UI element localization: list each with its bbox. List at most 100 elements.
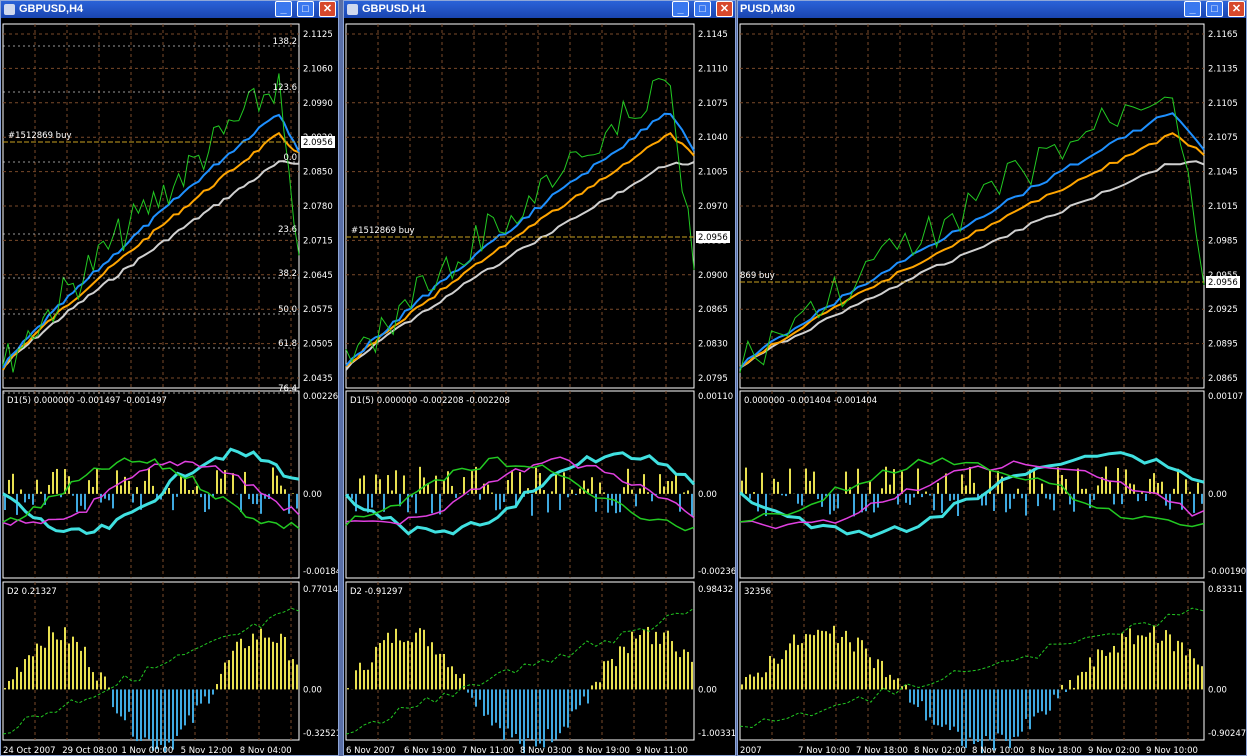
d2-signal-line — [2, 607, 300, 735]
price-scale-label: 2.0850 — [303, 168, 333, 178]
price-scale-label: 2.0575 — [303, 305, 333, 315]
chart-window-m30[interactable]: PUSD,M30 _ □ ✕ 2.1165 2.1135 2.1105 2.1075 2… — [737, 0, 1247, 756]
close-button[interactable]: ✕ — [716, 1, 733, 17]
price-scale-label: 2.0435 — [303, 374, 333, 384]
price-scale-label: 2.0990 — [303, 99, 333, 109]
time-axis-label: 6 Nov 19:00 — [404, 746, 456, 756]
window-title: GBPUSD,H1 — [362, 3, 427, 15]
minimize-button[interactable]: _ — [275, 1, 292, 17]
d1-oscillator-line — [2, 457, 300, 530]
time-axis-label: 8 Nov 02:00 — [914, 746, 966, 756]
price-scale-label: 2.1145 — [698, 30, 728, 40]
ma-slow-line — [739, 160, 1205, 369]
fib-level-label: 123.6 — [273, 83, 297, 93]
chart-canvas[interactable]: 2.1165 2.1135 2.1105 2.1075 2.1045 2.1015 2.09… — [738, 18, 1247, 756]
current-price-label: 2.0956 — [303, 138, 333, 148]
chart-window-icon — [4, 4, 15, 15]
price-scale-label: 2.1040 — [698, 133, 728, 143]
d1-scale-label: -0.00184 — [303, 567, 339, 577]
time-axis-label: 9 Nov 11:00 — [636, 746, 688, 756]
time-axis-label: 7 Nov 18:00 — [856, 746, 908, 756]
d1-scale-label: -0.00236 — [698, 567, 736, 577]
chart-window-h4[interactable]: GBPUSD,H4 _ □ ✕ 2.11252.10602.09902.0920… — [0, 0, 339, 756]
time-axis-label: 6 Nov 2007 — [346, 746, 395, 756]
price-scale-label: 2.1060 — [303, 64, 333, 74]
fib-level-label: 23.6 — [278, 225, 297, 235]
order-label: #1512869 buy — [8, 131, 72, 141]
price-scale-label: 2.0985 — [1208, 236, 1238, 246]
title-bar[interactable]: GBPUSD,H4 _ □ ✕ — [1, 1, 338, 18]
d2-scale-label: -0.90247 — [1208, 729, 1246, 739]
price-scale-label: 2.0865 — [698, 305, 728, 315]
price-scale-label: 2.0865 — [1208, 374, 1238, 384]
maximize-button[interactable]: □ — [694, 1, 711, 17]
d2-scale-label: -1.00331 — [698, 729, 736, 739]
price-scale-label: 2.1135 — [1208, 64, 1238, 74]
current-price-label: 2.0956 — [698, 233, 728, 243]
title-bar[interactable]: GBPUSD,H1 _ □ ✕ — [344, 1, 735, 18]
d2-scale-label: 0.00 — [698, 685, 717, 695]
time-axis-label: 2007 — [740, 746, 762, 756]
d1-oscillator-line — [345, 456, 695, 532]
time-axis-label: 8 Nov 10:00 — [972, 746, 1024, 756]
price-scale-label: 2.1075 — [1208, 133, 1238, 143]
window-title: GBPUSD,H4 — [19, 3, 84, 15]
price-scale-label: 2.0715 — [303, 236, 333, 246]
fib-level-label: 0.0 — [283, 153, 297, 163]
price-scale-label: 2.1005 — [698, 168, 728, 178]
time-axis-label: 7 Nov 10:00 — [798, 746, 850, 756]
price-scale-label: 2.0970 — [698, 202, 728, 212]
chart-pane-border — [739, 23, 1205, 389]
chart-window-icon — [347, 4, 358, 15]
time-axis-label: 8 Nov 18:00 — [1030, 746, 1082, 756]
time-axis-label: 8 Nov 03:00 — [520, 746, 572, 756]
d1-indicator-label: D1(5) 0.000000 -0.002208 -0.002208 — [350, 396, 510, 406]
time-axis-label: 1 Nov 00:00 — [121, 746, 173, 756]
price-scale-label: 2.1075 — [698, 99, 728, 109]
fib-level-label: 138.2 — [273, 37, 297, 47]
price-scale-label: 2.0830 — [698, 340, 728, 350]
price-scale-label: 2.0505 — [303, 340, 333, 350]
d2-scale-label: 0.00 — [303, 685, 322, 695]
d2-indicator-label: D2 0.21327 — [7, 587, 57, 597]
order-label: 869 buy — [740, 271, 775, 281]
price-scale-label: 2.1015 — [1208, 202, 1238, 212]
chart-window-h1[interactable]: GBPUSD,H1 _ □ ✕ 2.1145 2.1110 2.1075 2.1040… — [343, 0, 736, 756]
fib-level-label: 76.4 — [278, 384, 297, 394]
chart-canvas[interactable]: 2.1145 2.1110 2.1075 2.1040 2.1005 2.0970 2.09… — [344, 18, 736, 756]
price-scale-label: 2.1045 — [1208, 168, 1238, 178]
time-axis-label: 5 Nov 12:00 — [181, 746, 233, 756]
d1-oscillator-line — [739, 451, 1205, 539]
maximize-button[interactable]: □ — [297, 1, 314, 17]
d1-scale-label: 0.00226 — [303, 392, 338, 402]
close-button[interactable]: ✕ — [319, 1, 336, 17]
minimize-button[interactable]: _ — [1184, 1, 1201, 17]
d2-indicator-label: 32356 — [744, 587, 771, 597]
price-scale-label: 2.1125 — [303, 30, 333, 40]
order-label: #1512869 buy — [351, 226, 415, 236]
d1-scale-label: 0.00 — [1208, 490, 1227, 500]
d1-oscillator-line — [2, 460, 300, 527]
current-price-label: 2.0956 — [1208, 278, 1238, 288]
price-scale-label: 2.0795 — [698, 374, 728, 384]
price-scale-label: 2.1165 — [1208, 30, 1238, 40]
d1-scale-label: 0.00107 — [1208, 392, 1243, 402]
d1-scale-label: 0.00 — [303, 490, 322, 500]
ma-slow-line — [345, 161, 695, 371]
minimize-button[interactable]: _ — [672, 1, 689, 17]
price-scale-label: 2.0900 — [698, 271, 728, 281]
close-button[interactable]: ✕ — [1228, 1, 1245, 17]
d2-indicator-label: D2 -0.91297 — [350, 587, 403, 597]
d2-scale-label: 0.83311 — [1208, 585, 1243, 595]
chart-pane-border — [2, 581, 300, 741]
maximize-button[interactable]: □ — [1206, 1, 1223, 17]
title-bar[interactable]: PUSD,M30 _ □ ✕ — [738, 1, 1246, 18]
d2-scale-label: 0.77014 — [303, 585, 338, 595]
price-scale-label: 2.0780 — [303, 202, 333, 212]
chart-canvas[interactable]: 2.11252.10602.09902.09202.08502.07802.07… — [1, 18, 339, 756]
d1-indicator-label: 0.000000 -0.001404 -0.001404 — [744, 396, 877, 406]
price-scale-label: 2.1110 — [698, 64, 728, 74]
d2-scale-label: -0.32521 — [303, 729, 339, 739]
time-axis-label: 29 Oct 08:00 — [62, 746, 117, 756]
fib-level-label: 38.2 — [278, 269, 297, 279]
